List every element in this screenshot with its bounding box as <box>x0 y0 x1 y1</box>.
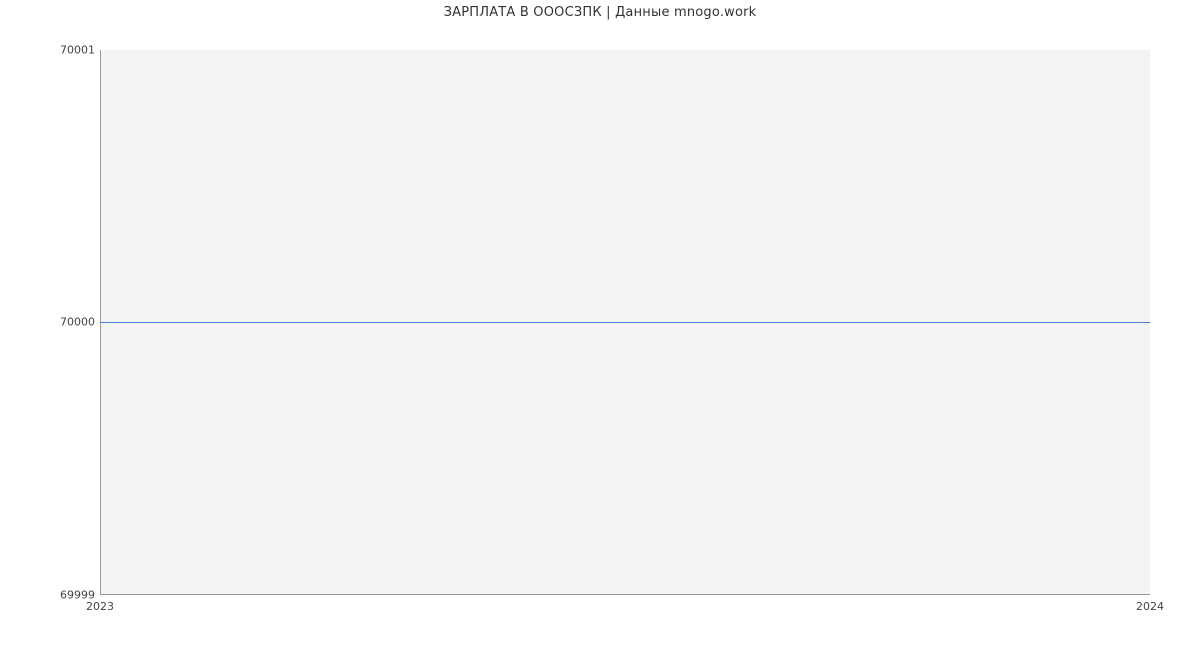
data-line <box>100 322 1150 323</box>
ytick-mid: 70000 <box>60 316 95 329</box>
chart-container: ЗАРПЛАТА В ОООСЗПК | Данные mnogo.work 7… <box>0 0 1200 650</box>
chart-title: ЗАРПЛАТА В ОООСЗПК | Данные mnogo.work <box>0 5 1200 20</box>
xtick-end: 2024 <box>1136 600 1164 613</box>
xtick-start: 2023 <box>86 600 114 613</box>
ytick-max: 70001 <box>60 44 95 57</box>
